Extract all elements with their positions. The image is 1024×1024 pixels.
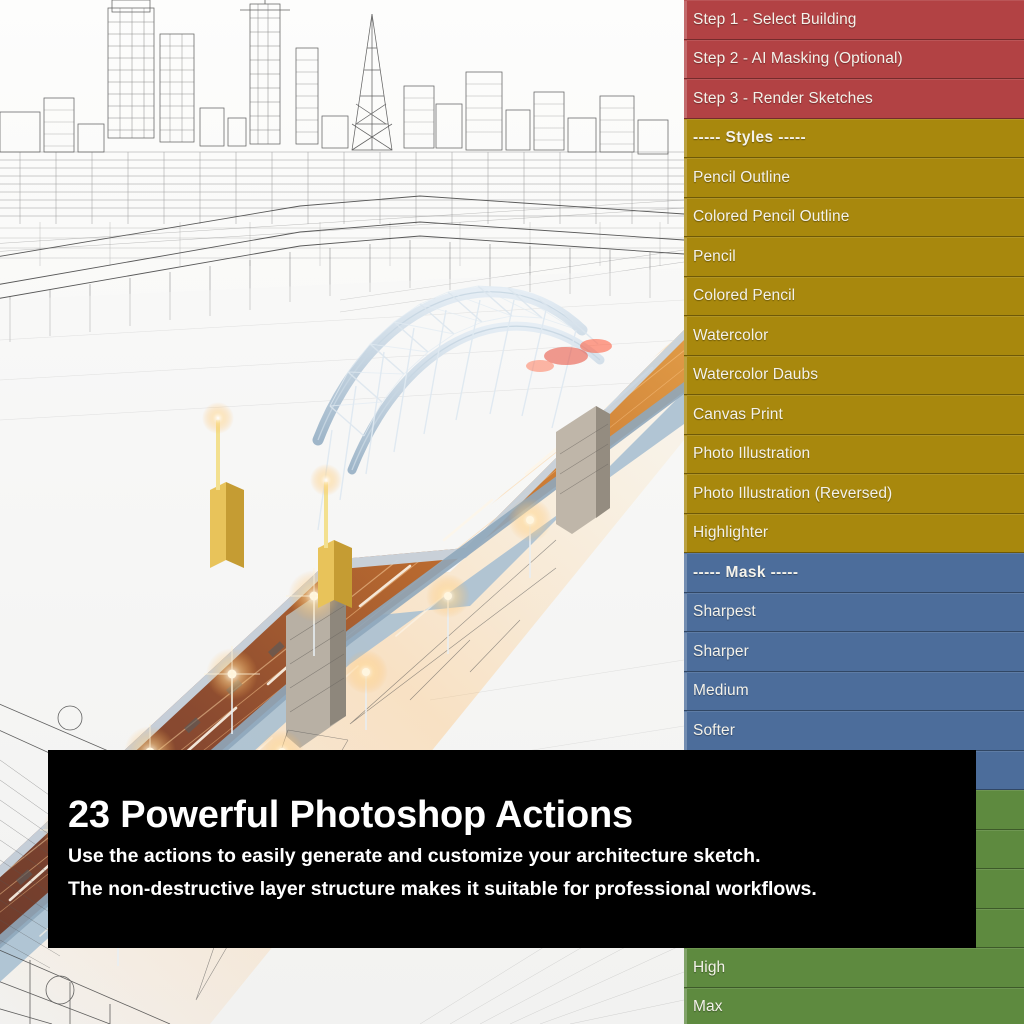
action-row-colored-pencil-outline[interactable]: Colored Pencil Outline xyxy=(684,198,1024,238)
promo-caption-overlay: 23 Powerful Photoshop Actions Use the ac… xyxy=(48,750,976,948)
action-row-step-3-render-sketches[interactable]: Step 3 - Render Sketches xyxy=(684,79,1024,119)
action-row-pencil-outline[interactable]: Pencil Outline xyxy=(684,158,1024,198)
action-row-watercolor[interactable]: Watercolor xyxy=(684,316,1024,356)
action-row-sharpest[interactable]: Sharpest xyxy=(684,593,1024,633)
action-row-styles[interactable]: ----- Styles ----- xyxy=(684,119,1024,159)
action-row-medium[interactable]: Medium xyxy=(684,672,1024,712)
screenshot-stage: Step 1 - Select BuildingStep 2 - AI Mask… xyxy=(0,0,1024,1024)
action-row-colored-pencil[interactable]: Colored Pencil xyxy=(684,277,1024,317)
action-row-max[interactable]: Max xyxy=(684,988,1024,1024)
action-row-step-2-ai-masking-optional[interactable]: Step 2 - AI Masking (Optional) xyxy=(684,40,1024,80)
action-row-pencil[interactable]: Pencil xyxy=(684,237,1024,277)
action-row-mask[interactable]: ----- Mask ----- xyxy=(684,553,1024,593)
action-row-high[interactable]: High xyxy=(684,948,1024,988)
action-row-softer[interactable]: Softer xyxy=(684,711,1024,751)
action-row-step-1-select-building[interactable]: Step 1 - Select Building xyxy=(684,0,1024,40)
action-row-photo-illustration-reversed[interactable]: Photo Illustration (Reversed) xyxy=(684,474,1024,514)
action-row-photo-illustration[interactable]: Photo Illustration xyxy=(684,435,1024,475)
action-row-canvas-print[interactable]: Canvas Print xyxy=(684,395,1024,435)
action-row-sharper[interactable]: Sharper xyxy=(684,632,1024,672)
action-row-highlighter[interactable]: Highlighter xyxy=(684,514,1024,554)
promo-subtitle-line-2: The non-destructive layer structure make… xyxy=(68,880,817,900)
action-row-watercolor-daubs[interactable]: Watercolor Daubs xyxy=(684,356,1024,396)
promo-subtitle-line-1: Use the actions to easily generate and c… xyxy=(68,847,761,867)
promo-title: 23 Powerful Photoshop Actions xyxy=(68,796,633,834)
